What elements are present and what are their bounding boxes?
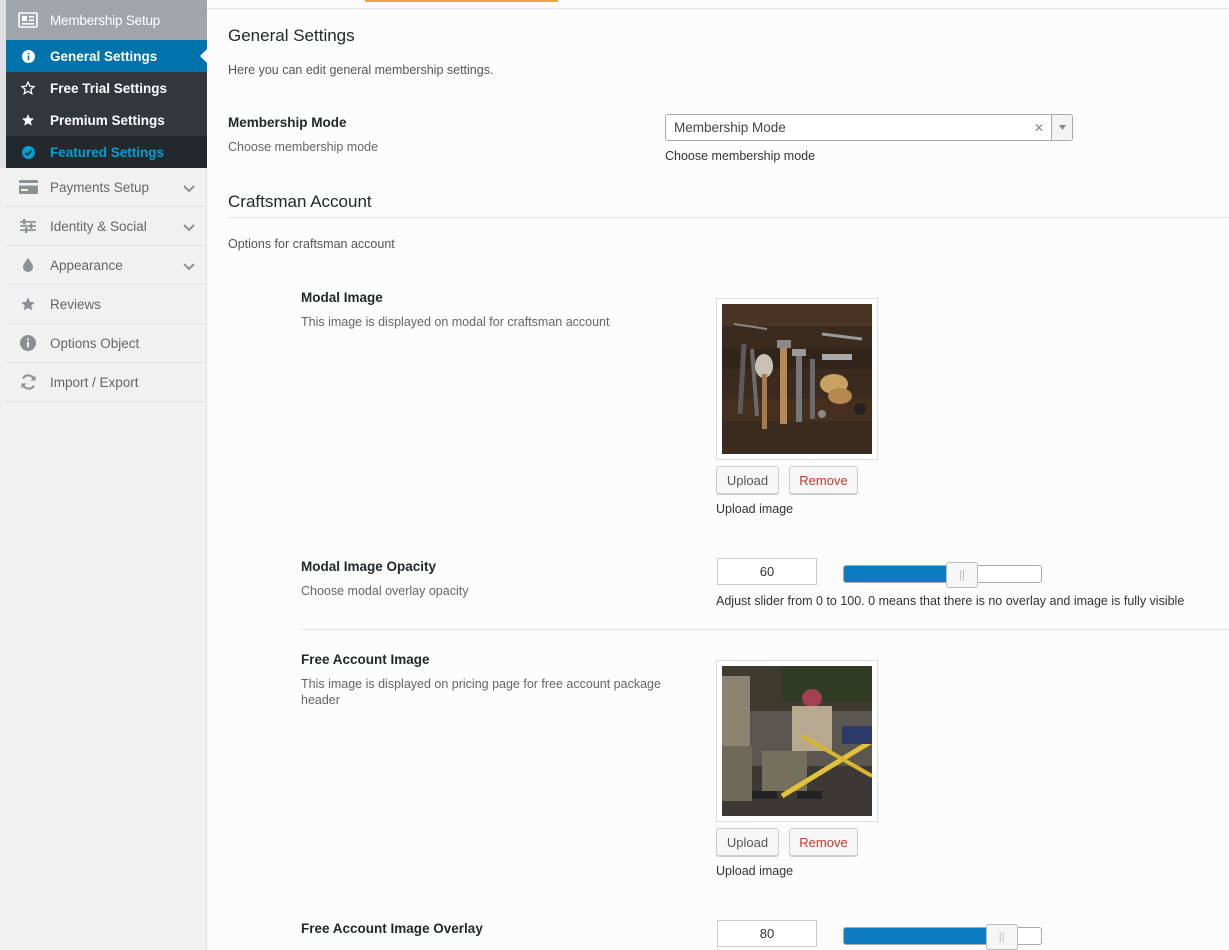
- tools-photo: [722, 304, 872, 454]
- membership-mode-select[interactable]: Membership Mode ✕: [665, 114, 1073, 141]
- modal-image-remove-button[interactable]: Remove: [789, 466, 858, 494]
- membership-mode-sublabel: Choose membership mode: [228, 140, 379, 154]
- membership-mode-value: Membership Mode: [674, 120, 786, 135]
- sidebar-item-featured-settings[interactable]: Featured Settings: [6, 136, 207, 168]
- active-tab-indicator: [365, 0, 558, 2]
- sidebar-item-reviews[interactable]: Reviews: [6, 285, 207, 324]
- free-image-remove-button[interactable]: Remove: [789, 828, 858, 856]
- star-icon: [6, 113, 50, 127]
- sidebar-item-options-object[interactable]: Options Object: [6, 324, 207, 363]
- field-divider: [301, 629, 1229, 630]
- free-overlay-slider[interactable]: ||: [843, 924, 1042, 950]
- sidebar-item-import-export[interactable]: Import / Export: [6, 363, 207, 402]
- free-image-help: Upload image: [716, 864, 794, 878]
- sidebar-item-premium-settings[interactable]: Premium Settings: [6, 104, 207, 136]
- chevron-down-icon: [183, 259, 195, 274]
- modal-image-help: Upload image: [716, 502, 794, 516]
- star-icon: [6, 296, 50, 312]
- section-description-general: Here you can edit general membership set…: [228, 63, 494, 77]
- drop-icon: [6, 258, 50, 272]
- sidebar-item-label: Payments Setup: [50, 179, 150, 195]
- sidebar-item-label: General Settings: [50, 48, 158, 64]
- free-image-preview: [716, 660, 878, 822]
- section-divider: [228, 217, 1229, 218]
- slider-fill: [844, 566, 963, 582]
- free-overlay-label: Free Account Image Overlay: [301, 921, 483, 936]
- section-title-general: General Settings: [228, 26, 355, 45]
- sidebar-item-label: Premium Settings: [50, 112, 165, 128]
- sidebar-item-appearance[interactable]: Appearance: [6, 246, 207, 285]
- sidebar-item-label: Featured Settings: [50, 144, 165, 160]
- sidebar-item-label: Appearance: [50, 257, 123, 273]
- sidebar-item-payments-setup[interactable]: Payments Setup: [6, 168, 207, 207]
- refresh-icon: [6, 374, 50, 390]
- sidebar: Membership Setup General Settings Free T…: [0, 0, 207, 950]
- check-circle-icon: [6, 145, 50, 159]
- free-image-label: Free Account Image: [301, 652, 430, 667]
- free-image-sublabel: This image is displayed on pricing page …: [301, 677, 661, 707]
- modal-image-label: Modal Image: [301, 290, 383, 305]
- section-description-craftsman: Options for craftsman account: [228, 237, 395, 251]
- sidebar-item-identity-social[interactable]: Identity & Social: [6, 207, 207, 246]
- sidebar-item-free-trial-settings[interactable]: Free Trial Settings: [6, 72, 207, 104]
- star-outline-icon: [6, 81, 50, 95]
- top-border: [207, 0, 1229, 9]
- slider-handle[interactable]: ||: [946, 562, 979, 588]
- sidebar-item-general-settings[interactable]: General Settings: [6, 40, 207, 72]
- info-circle-icon: [6, 49, 50, 63]
- modal-opacity-slider[interactable]: ||: [843, 562, 1042, 588]
- modal-image-upload-button[interactable]: Upload: [716, 466, 779, 494]
- id-card-icon: [6, 12, 50, 28]
- sidebar-item-label: Free Trial Settings: [50, 80, 168, 96]
- clear-icon[interactable]: ✕: [1034, 121, 1044, 135]
- chevron-down-icon: [183, 181, 195, 196]
- sidebar-header-label: Membership Setup: [50, 12, 161, 28]
- modal-opacity-label: Modal Image Opacity: [301, 559, 437, 574]
- modal-opacity-sublabel: Choose modal overlay opacity: [301, 584, 469, 598]
- modal-opacity-help: Adjust slider from 0 to 100. 0 means tha…: [716, 594, 1185, 608]
- modal-opacity-input[interactable]: 60: [717, 558, 817, 585]
- sidebar-header-membership-setup[interactable]: Membership Setup: [6, 0, 207, 40]
- membership-mode-help: Choose membership mode: [665, 149, 816, 163]
- info-circle-icon: [6, 335, 50, 351]
- dropdown-arrow-icon[interactable]: [1051, 115, 1072, 140]
- sidebar-item-label: Options Object: [50, 335, 140, 351]
- free-image-upload-button[interactable]: Upload: [716, 828, 779, 856]
- sidebar-item-label: Identity & Social: [50, 218, 147, 234]
- chevron-down-icon: [183, 220, 195, 235]
- workers-photo: [722, 666, 872, 816]
- slider-handle[interactable]: ||: [985, 924, 1018, 950]
- credit-card-icon: [6, 180, 50, 194]
- membership-mode-label: Membership Mode: [228, 115, 347, 130]
- sidebar-item-label: Reviews: [50, 296, 102, 312]
- modal-image-preview: [716, 298, 878, 460]
- sidebar-item-label: Import / Export: [50, 374, 139, 390]
- sliders-icon: [6, 219, 50, 233]
- slider-fill: [844, 928, 1002, 944]
- section-title-craftsman: Craftsman Account: [228, 192, 372, 211]
- free-overlay-input[interactable]: 80: [717, 920, 817, 947]
- modal-image-sublabel: This image is displayed on modal for cra…: [301, 315, 610, 329]
